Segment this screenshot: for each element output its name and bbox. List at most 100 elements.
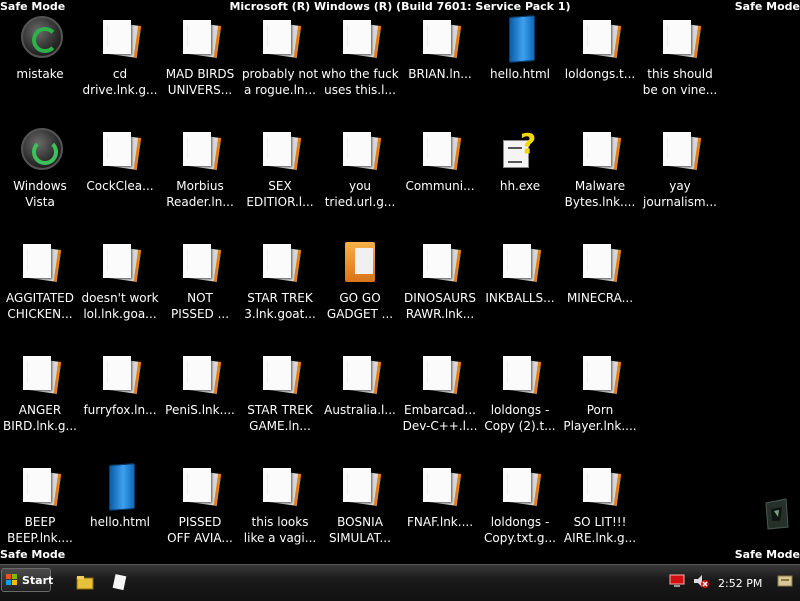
taskbar: Start 2:52 PM — [0, 564, 800, 601]
desktop-icon-label: AGGITATED CHICKEN... — [6, 291, 74, 321]
desktop-icon[interactable]: FNAF.lnk.... — [400, 456, 480, 556]
desktop-icon[interactable]: Morbius Reader.ln... — [160, 120, 240, 220]
desktop-icon-label: NOT PISSED ... — [170, 291, 230, 321]
desktop-icon[interactable]: Porn Player.lnk.... — [560, 344, 640, 444]
desktop-icon[interactable]: Malware Bytes.lnk.... — [560, 120, 640, 220]
desktop-icon[interactable]: ? hh.exe — [480, 120, 560, 220]
desktop-icon-label: PISSED OFF AVIA... — [167, 515, 233, 545]
desktop-icon[interactable]: INKBALLS... — [480, 232, 560, 332]
desktop-icon[interactable]: Communi... — [400, 120, 480, 220]
document-icon — [99, 240, 142, 284]
document-icon — [579, 352, 622, 396]
mute-speaker-icon[interactable] — [692, 573, 710, 593]
desktop-icon-label: BEEP BEEP.lnk.... — [7, 515, 73, 545]
document-icon — [579, 128, 622, 172]
desktop-icon-label: CockClea... — [86, 179, 154, 193]
desktop-icon-label: INKBALLS... — [485, 291, 555, 305]
desktop-icon-label: hello.html — [490, 67, 550, 81]
desktop-icon[interactable]: GO GO GADGET ... — [320, 232, 400, 332]
document-icon — [99, 352, 142, 396]
desktop-icon-label: you tried.url.g... — [324, 179, 396, 209]
document-icon — [419, 240, 462, 284]
desktop-icon[interactable]: furryfox.ln... — [80, 344, 160, 444]
windows-flag-icon — [6, 574, 18, 586]
clock[interactable]: 2:52 PM — [718, 577, 762, 590]
action-center-icon[interactable] — [776, 573, 794, 593]
desktop-icon[interactable]: AGGITATED CHICKEN... — [0, 232, 80, 332]
desktop-icon[interactable]: Embarcad... Dev-C++.l... — [400, 344, 480, 444]
document-icon — [19, 240, 62, 284]
desktop-icon-label: PeniS.lnk.... — [165, 403, 235, 417]
desktop-icon-label: Embarcad... Dev-C++.l... — [402, 403, 478, 433]
recycle-bin-icon — [19, 128, 63, 172]
desktop-icon-label: who the fuck uses this.l... — [321, 67, 399, 97]
desktop-icon[interactable]: MINECRA... — [560, 232, 640, 332]
desktop-icon[interactable]: this should be on vine... — [640, 8, 720, 108]
document-icon — [499, 464, 542, 508]
document-icon — [339, 16, 382, 60]
desktop-icon-label: mistake — [16, 67, 64, 81]
document-icon — [339, 128, 382, 172]
desktop-icon[interactable]: mistake — [0, 8, 80, 108]
document-icon — [579, 16, 622, 60]
desktop-icon[interactable]: probably not a rogue.ln... — [240, 8, 320, 108]
desktop-icon[interactable]: STAR TREK 3.lnk.goat... — [240, 232, 320, 332]
desktop-icon[interactable]: SEX EDITIOR.l... — [240, 120, 320, 220]
desktop-icon-label: BOSNIA SIMULAT... — [329, 515, 391, 545]
document-icon — [259, 128, 302, 172]
desktop-icon-label: loldongs.t... — [564, 67, 636, 81]
desktop-icon[interactable]: NOT PISSED ... — [160, 232, 240, 332]
desktop-icon-label: loldongs - Copy.txt.g... — [484, 515, 556, 545]
desktop-icon-label: yay journalism... — [642, 179, 717, 209]
desktop-icon-label: Australia.l... — [324, 403, 396, 417]
desktop-icon[interactable]: cd drive.lnk.g... — [80, 8, 160, 108]
desktop-icon[interactable]: Australia.l... — [320, 344, 400, 444]
desktop-icon-label: FNAF.lnk.... — [406, 515, 474, 529]
document-icon — [19, 352, 62, 396]
desktop-icon[interactable]: MAD BIRDS UNIVERS... — [160, 8, 240, 108]
document-icon — [419, 16, 462, 60]
start-button[interactable]: Start — [1, 568, 54, 592]
explorer-folder-icon[interactable] — [76, 573, 94, 591]
desktop-icon[interactable]: BRIAN.ln... — [400, 8, 480, 108]
desktop-icon-label: probably not a rogue.ln... — [241, 67, 319, 97]
desktop-icon[interactable]: PISSED OFF AVIA... — [160, 456, 240, 556]
document-icon — [499, 240, 542, 284]
document-icon — [259, 16, 302, 60]
desktop-icon[interactable]: ANGER BIRD.lnk.g... — [0, 344, 80, 444]
desktop-icon-label: Malware Bytes.lnk.... — [564, 179, 636, 209]
desktop-icon[interactable]: STAR TREK GAME.ln... — [240, 344, 320, 444]
document-icon — [579, 240, 622, 284]
document-icon[interactable] — [110, 573, 128, 591]
help-exe-icon: ? — [499, 127, 541, 172]
network-icon[interactable] — [668, 573, 686, 593]
desktop-icon[interactable]: this looks like a vagi... — [240, 456, 320, 556]
desktop-icon[interactable]: CockClea... — [80, 120, 160, 220]
desktop-icon[interactable]: who the fuck uses this.l... — [320, 8, 400, 108]
desktop-icon[interactable]: loldongs.t... — [560, 8, 640, 108]
desktop-icon-label: Porn Player.lnk.... — [563, 403, 637, 433]
desktop-icon[interactable]: DINOSAURS RAWR.lnk... — [400, 232, 480, 332]
start-label: Start — [22, 574, 54, 587]
desktop-icon-label: furryfox.ln... — [83, 403, 157, 417]
desktop-icon-label: doesn't work lol.lnk.goa... — [81, 291, 159, 321]
desktop-icon[interactable]: BEEP BEEP.lnk.... — [0, 456, 80, 556]
desktop-icon-label: BRIAN.ln... — [408, 67, 472, 81]
desktop-icon[interactable]: hello.html — [80, 456, 160, 556]
document-icon — [659, 128, 702, 172]
desktop-icon[interactable]: SO LIT!!! AIRE.lnk.g... — [560, 456, 640, 556]
desktop-icon[interactable]: you tried.url.g... — [320, 120, 400, 220]
desktop-icon[interactable]: loldongs - Copy (2).t... — [480, 344, 560, 444]
desktop-icon[interactable]: loldongs - Copy.txt.g... — [480, 456, 560, 556]
desktop-icon[interactable]: BOSNIA SIMULAT... — [320, 456, 400, 556]
document-icon — [99, 16, 142, 60]
desktop-icon[interactable]: PeniS.lnk.... — [160, 344, 240, 444]
desktop-icon[interactable]: hello.html — [480, 8, 560, 108]
safe-mode-bottom-right: Safe Mode — [734, 548, 800, 561]
desktop-icon-label: Windows Vista — [13, 179, 67, 209]
document-icon — [259, 464, 302, 508]
desktop-icon[interactable]: Windows Vista — [0, 120, 80, 220]
desktop-icon-label: SO LIT!!! AIRE.lnk.g... — [563, 515, 637, 545]
desktop-icon[interactable]: doesn't work lol.lnk.goa... — [80, 232, 160, 332]
desktop-icon[interactable]: yay journalism... — [640, 120, 720, 220]
